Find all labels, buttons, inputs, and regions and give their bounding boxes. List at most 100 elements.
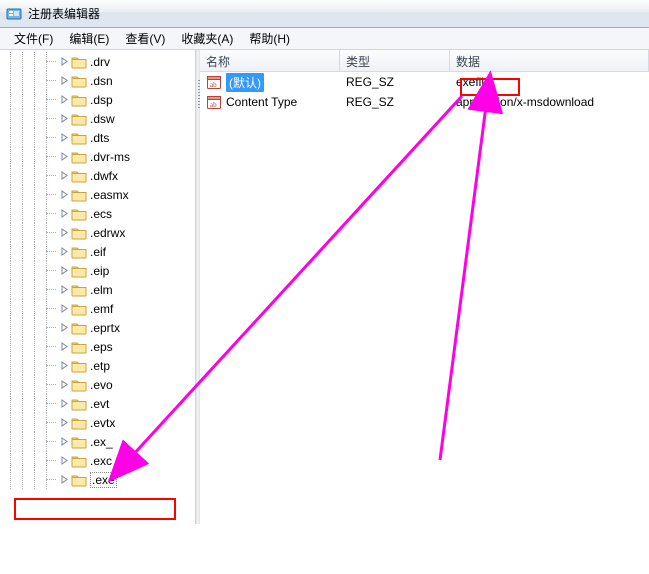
expander-icon[interactable]: [60, 266, 69, 275]
tree-item-label: .dts: [90, 131, 109, 145]
menu-view[interactable]: 查看(V): [117, 28, 173, 49]
tree-item[interactable]: .dsn: [2, 71, 195, 90]
tree-item[interactable]: .drv: [2, 52, 195, 71]
expander-icon[interactable]: [60, 76, 69, 85]
column-data[interactable]: 数据: [450, 50, 649, 71]
tree-item-label: .dsw: [90, 112, 115, 126]
tree-item[interactable]: .etp: [2, 356, 195, 375]
tree-item-label: .dwfx: [90, 169, 118, 183]
expander-icon[interactable]: [60, 418, 69, 427]
tree-item[interactable]: .ecs: [2, 204, 195, 223]
expander-icon[interactable]: [60, 133, 69, 142]
tree-item[interactable]: .dsw: [2, 109, 195, 128]
value-name-cell: ab Content Type: [200, 94, 340, 110]
expander-icon[interactable]: [60, 304, 69, 313]
tree-item[interactable]: .ex_: [2, 432, 195, 451]
expander-icon[interactable]: [60, 171, 69, 180]
tree-item-label: .exe: [90, 472, 117, 488]
tree-item-label: .evtx: [90, 416, 115, 430]
tree-item-label: .edrwx: [90, 226, 125, 240]
tree-item-label: .eip: [90, 264, 109, 278]
tree-item-label: .eps: [90, 340, 113, 354]
app-icon: [6, 6, 22, 22]
menu-help[interactable]: 帮助(H): [241, 28, 298, 49]
expander-icon[interactable]: [60, 361, 69, 370]
tree-item-label: .exc: [90, 454, 112, 468]
tree-item[interactable]: .elm: [2, 280, 195, 299]
tree-item[interactable]: .evtx: [2, 413, 195, 432]
content-area: .drv .dsn .dsp .dsw .dts .dvr-ms .dwfx .…: [0, 50, 649, 524]
expander-icon[interactable]: [60, 209, 69, 218]
tree-item[interactable]: .eip: [2, 261, 195, 280]
expander-icon[interactable]: [60, 285, 69, 294]
value-data: exefile: [450, 75, 649, 89]
title-bar: 注册表编辑器: [0, 0, 649, 28]
tree-item[interactable]: .eprtx: [2, 318, 195, 337]
value-list-pane[interactable]: 名称 类型 数据 ab (默认)REG_SZexefile ab Content…: [200, 50, 649, 524]
tree-item[interactable]: .exc: [2, 451, 195, 470]
tree-item[interactable]: .edrwx: [2, 223, 195, 242]
tree-item[interactable]: .eif: [2, 242, 195, 261]
tree-item[interactable]: .dwfx: [2, 166, 195, 185]
expander-icon[interactable]: [60, 114, 69, 123]
splitter-grip[interactable]: [198, 80, 200, 110]
expander-icon[interactable]: [60, 380, 69, 389]
expander-icon[interactable]: [60, 323, 69, 332]
svg-text:ab: ab: [210, 81, 217, 89]
tree-item[interactable]: .eps: [2, 337, 195, 356]
tree-item[interactable]: .evo: [2, 375, 195, 394]
value-rows: ab (默认)REG_SZexefile ab Content TypeREG_…: [200, 72, 649, 112]
value-type: REG_SZ: [340, 75, 450, 89]
tree-item-label: .easmx: [90, 188, 129, 202]
window-title: 注册表编辑器: [28, 5, 100, 22]
tree-item-label: .evt: [90, 397, 109, 411]
expander-icon[interactable]: [60, 228, 69, 237]
registry-tree[interactable]: .drv .dsn .dsp .dsw .dts .dvr-ms .dwfx .…: [0, 50, 195, 491]
tree-item[interactable]: .emf: [2, 299, 195, 318]
value-data: application/x-msdownload: [450, 95, 649, 109]
tree-item-label: .emf: [90, 302, 113, 316]
expander-icon[interactable]: [60, 437, 69, 446]
expander-icon[interactable]: [60, 152, 69, 161]
tree-item-label: .ecs: [90, 207, 112, 221]
expander-icon[interactable]: [60, 95, 69, 104]
value-name-cell: ab (默认): [200, 73, 340, 92]
tree-item[interactable]: .dts: [2, 128, 195, 147]
column-name[interactable]: 名称: [200, 50, 340, 71]
svg-text:ab: ab: [210, 101, 217, 109]
expander-icon[interactable]: [60, 190, 69, 199]
tree-item-label: .etp: [90, 359, 110, 373]
tree-item[interactable]: .exe: [2, 470, 195, 489]
value-row[interactable]: ab Content TypeREG_SZapplication/x-msdow…: [200, 92, 649, 112]
pane-splitter[interactable]: [196, 50, 200, 524]
tree-item[interactable]: .evt: [2, 394, 195, 413]
expander-icon[interactable]: [60, 475, 69, 484]
tree-item-label: .dvr-ms: [90, 150, 130, 164]
column-type[interactable]: 类型: [340, 50, 450, 71]
tree-item-label: .evo: [90, 378, 113, 392]
tree-item[interactable]: .dsp: [2, 90, 195, 109]
expander-icon[interactable]: [60, 456, 69, 465]
menu-bar: 文件(F) 编辑(E) 查看(V) 收藏夹(A) 帮助(H): [0, 28, 649, 50]
tree-item-label: .dsn: [90, 74, 113, 88]
tree-item-label: .dsp: [90, 93, 113, 107]
menu-file[interactable]: 文件(F): [6, 28, 61, 49]
tree-item[interactable]: .easmx: [2, 185, 195, 204]
tree-item-label: .elm: [90, 283, 113, 297]
tree-item[interactable]: .dvr-ms: [2, 147, 195, 166]
value-row[interactable]: ab (默认)REG_SZexefile: [200, 72, 649, 92]
tree-pane[interactable]: .drv .dsn .dsp .dsw .dts .dvr-ms .dwfx .…: [0, 50, 196, 524]
expander-icon[interactable]: [60, 57, 69, 66]
expander-icon[interactable]: [60, 247, 69, 256]
value-name: (默认): [226, 73, 264, 92]
menu-edit[interactable]: 编辑(E): [61, 28, 117, 49]
value-name: Content Type: [226, 95, 297, 109]
menu-favorites[interactable]: 收藏夹(A): [173, 28, 241, 49]
tree-item-label: .eprtx: [90, 321, 120, 335]
expander-icon[interactable]: [60, 399, 69, 408]
tree-item-label: .drv: [90, 55, 110, 69]
tree-item-label: .ex_: [90, 435, 113, 449]
expander-icon[interactable]: [60, 342, 69, 351]
list-header: 名称 类型 数据: [200, 50, 649, 72]
tree-item-label: .eif: [90, 245, 106, 259]
